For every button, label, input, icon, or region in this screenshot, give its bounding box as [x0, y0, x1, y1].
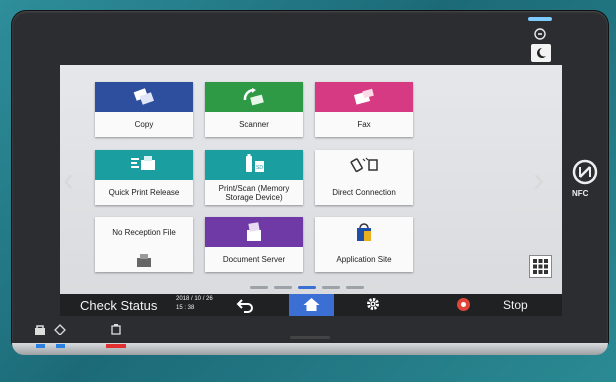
svg-text:SD: SD [256, 165, 263, 171]
document-server-tile[interactable]: Document Server [205, 217, 303, 272]
led-blue-2 [56, 344, 65, 348]
alert-icon [110, 322, 122, 335]
tile-label: Application Site [336, 255, 392, 264]
tile-icon-band [95, 82, 193, 112]
tile-icon-band [95, 150, 193, 180]
tile-label: Quick Print Release [108, 188, 180, 197]
lock-icon [34, 322, 46, 335]
grid-icon [533, 259, 548, 274]
tile-icon-band [95, 247, 193, 272]
fax-icon [353, 88, 374, 105]
page-dot[interactable] [346, 286, 364, 289]
copy-icon [133, 88, 155, 105]
memory-storage-icon: SD [246, 154, 264, 172]
tile-label: Direct Connection [332, 188, 396, 197]
shopping-bag-icon [357, 223, 371, 241]
tile-label: Print/Scan (Memory Storage Device) [218, 183, 290, 202]
app-list-button[interactable] [529, 255, 552, 278]
nfc-reader: NFC [567, 158, 603, 202]
tile-label: Scanner [239, 120, 269, 129]
quick-print-icon [131, 156, 155, 170]
tile-icon-band [205, 82, 303, 112]
fax-tile[interactable]: Fax [315, 82, 413, 137]
power-icon[interactable] [533, 27, 547, 41]
stop-icon [457, 298, 470, 311]
scanner-icon [243, 88, 264, 106]
next-page-arrow[interactable]: › [533, 163, 544, 197]
tile-icon-band [205, 217, 303, 247]
tile-icon-band: SD [205, 150, 303, 180]
tile-icon-band [315, 217, 413, 247]
page-dot[interactable] [322, 286, 340, 289]
tile-label: Fax [357, 120, 371, 129]
application-site-tile[interactable]: Application Site [315, 217, 413, 272]
page-dot[interactable] [250, 286, 268, 289]
tile-label: No Reception File [112, 227, 176, 237]
top-indicator-light [528, 17, 552, 21]
previous-page-arrow[interactable]: ‹ [63, 163, 74, 197]
device-bottom-trim [12, 343, 608, 355]
time-display: 15 : 38 [176, 305, 195, 311]
back-arrow-icon [236, 299, 253, 313]
settings-button[interactable] [365, 296, 381, 312]
bezel-notch [290, 336, 330, 339]
data-in-icon [54, 322, 66, 336]
stop-label: Stop [503, 298, 528, 312]
led-blue-1 [36, 344, 45, 348]
led-red [106, 344, 126, 348]
energy-saver-button[interactable] [531, 44, 551, 62]
nfc-label: NFC [572, 189, 589, 198]
tile-label: Copy [134, 120, 154, 129]
document-server-icon [247, 222, 261, 241]
page-dot[interactable] [274, 286, 292, 289]
direct-connection-tile[interactable]: Direct Connection [315, 150, 413, 205]
page-dot-active[interactable] [298, 286, 316, 289]
gear-icon [367, 298, 379, 310]
nfc-icon [572, 159, 598, 185]
tile-icon-band [315, 150, 413, 180]
date-display: 2018 / 10 / 26 [176, 296, 213, 302]
copy-tile[interactable]: Copy [95, 82, 193, 137]
back-button[interactable] [236, 297, 256, 313]
quick-print-release-tile[interactable]: Quick Print Release [95, 150, 193, 205]
fax-tray-icon [137, 253, 151, 267]
tile-label: Document Server [222, 255, 286, 264]
tile-icon-band [315, 82, 413, 112]
print-scan-memory-tile[interactable]: SD Print/Scan (Memory Storage Device) [205, 150, 303, 205]
scanner-tile[interactable]: Scanner [205, 82, 303, 137]
moon-icon [537, 48, 546, 58]
no-reception-file-tile[interactable]: No Reception File [95, 217, 193, 272]
stop-button[interactable]: Stop [455, 294, 530, 316]
direct-connection-icon [350, 157, 378, 173]
home-icon [303, 298, 320, 311]
home-button[interactable] [289, 294, 334, 316]
check-status-button[interactable]: Check Status [80, 298, 157, 313]
